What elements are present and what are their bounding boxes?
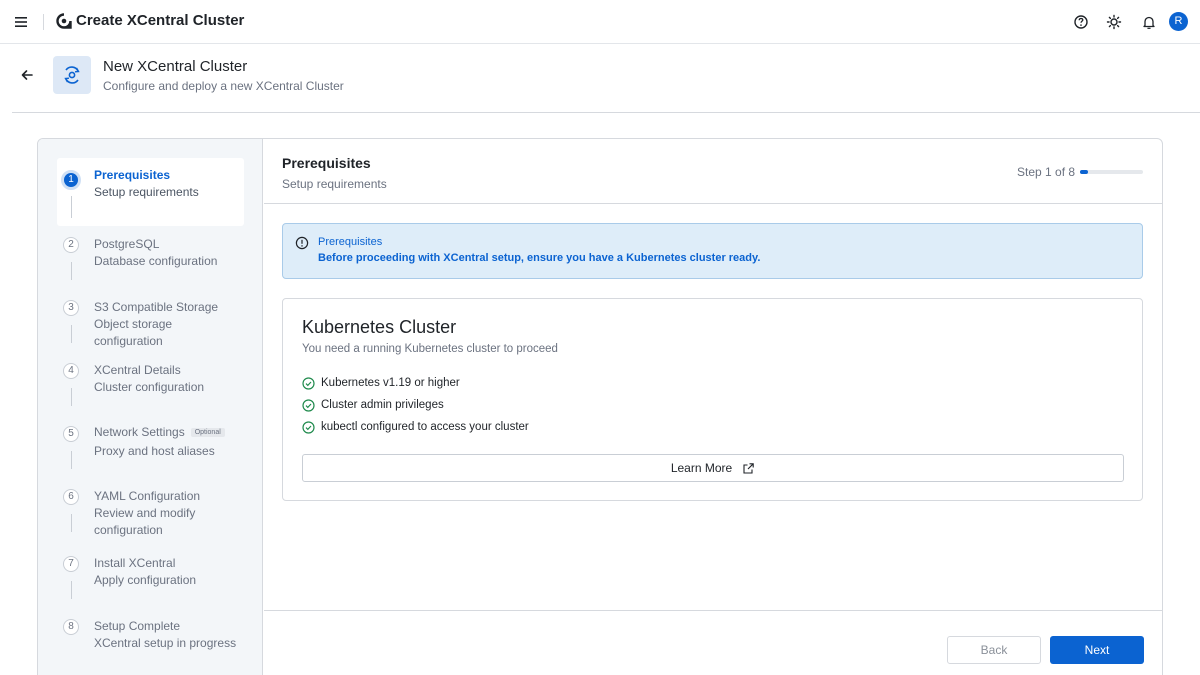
step-counter: Step 1 of 8 (1017, 165, 1076, 179)
content-subtitle: Setup requirements (282, 177, 387, 191)
step-s3-storage[interactable]: 3 S3 Compatible Storage Object storage c… (57, 297, 244, 353)
step-connector (71, 262, 72, 280)
step-title: Network Settings (94, 425, 185, 439)
step-number: 7 (63, 556, 79, 572)
step-postgresql[interactable]: 2 PostgreSQL Database configuration (57, 234, 244, 290)
app-title: Create XCentral Cluster (76, 12, 245, 29)
step-description: Database configuration (94, 254, 218, 268)
bell-icon[interactable] (1140, 13, 1158, 31)
page-title: New XCentral Cluster (103, 58, 248, 75)
help-icon[interactable] (1072, 13, 1090, 31)
step-yaml-configuration[interactable]: 6 YAML Configuration Review and modify c… (57, 486, 244, 556)
step-description: Apply configuration (94, 573, 197, 587)
cluster-icon (64, 66, 80, 84)
back-arrow-icon[interactable] (18, 66, 36, 84)
step-number: 8 (63, 619, 79, 635)
step-title: S3 Compatible Storage (94, 300, 219, 314)
step-network-settings[interactable]: 5 Network Settings Optional Proxy and hos… (57, 423, 244, 479)
learn-more-button[interactable]: Learn More (302, 454, 1124, 482)
content-divider (264, 203, 1162, 204)
step-title: Setup Complete (94, 619, 181, 633)
step-xcentral-details[interactable]: 4 XCentral Details Cluster configuration (57, 360, 244, 416)
requirement-text: kubectl configured to access your cluste… (321, 421, 529, 433)
step-description: Proxy and host aliases (94, 444, 215, 458)
top-bar: Create XCentral Cluster R (0, 0, 1200, 44)
requirement-item: Kubernetes v1.19 or higher (302, 375, 460, 391)
step-description: Setup requirements (94, 185, 199, 199)
avatar[interactable]: R (1169, 12, 1188, 31)
step-number: 1 (61, 170, 81, 190)
step-description: Review and modify configuration (94, 506, 196, 537)
check-circle-icon (302, 420, 315, 434)
footer-divider (264, 610, 1162, 611)
card-subtitle: You need a running Kubernetes cluster to… (302, 343, 558, 355)
check-circle-icon (302, 376, 315, 390)
requirement-text: Cluster admin privileges (321, 399, 444, 411)
step-connector (71, 581, 72, 599)
step-title-row: Network Settings Optional (94, 425, 225, 439)
step-title: Prerequisites (94, 168, 171, 182)
optional-badge: Optional (190, 428, 225, 438)
step-title: PostgreSQL (94, 237, 160, 251)
header-divider (12, 112, 1200, 113)
step-connector (71, 388, 72, 406)
step-number: 3 (63, 300, 79, 316)
content-title: Prerequisites (282, 155, 371, 171)
step-prerequisites[interactable]: 1 Prerequisites Setup requirements (57, 158, 244, 226)
steps-sidebar: 1 Prerequisites Setup requirements 2 Pos… (38, 139, 263, 675)
step-setup-complete[interactable]: 8 Setup Complete XCentral setup in progr… (57, 616, 244, 672)
card-title: Kubernetes Cluster (302, 317, 457, 337)
step-connector (71, 196, 72, 218)
requirement-item: kubectl configured to access your cluste… (302, 419, 529, 435)
step-number: 6 (63, 489, 79, 505)
check-circle-icon (302, 398, 315, 412)
requirement-item: Cluster admin privileges (302, 397, 444, 413)
step-connector (71, 514, 72, 532)
step-description: Cluster configuration (94, 380, 205, 394)
info-icon (295, 236, 309, 250)
step-description: Object storage configuration (94, 317, 173, 348)
back-button[interactable]: Back (947, 636, 1041, 664)
wizard-card: 1 Prerequisites Setup requirements 2 Pos… (37, 138, 1163, 675)
learn-more-label: Learn More (670, 461, 733, 475)
menu-icon[interactable] (12, 13, 30, 31)
requirement-text: Kubernetes v1.19 or higher (321, 377, 460, 389)
step-install-xcentral[interactable]: 7 Install XCentral Apply configuration (57, 553, 244, 609)
step-content: Prerequisites Setup requirements Step 1 … (264, 139, 1162, 675)
alert-title: Prerequisites (318, 236, 383, 248)
step-description: XCentral setup in progress (94, 636, 237, 650)
step-connector (71, 451, 72, 469)
step-number: 4 (63, 363, 79, 379)
step-number: 5 (63, 426, 79, 442)
step-title: YAML Configuration (94, 489, 201, 503)
page-subtitle: Configure and deploy a new XCentral Clus… (103, 79, 344, 93)
theme-icon[interactable] (1105, 13, 1123, 31)
step-title: XCentral Details (94, 363, 181, 377)
topbar-divider (43, 14, 44, 30)
step-title: Install XCentral (94, 556, 176, 570)
step-number: 2 (63, 237, 79, 253)
external-link-icon (743, 462, 754, 474)
alert-text: Before proceeding with XCentral setup, e… (318, 252, 761, 264)
next-button[interactable]: Next (1050, 636, 1144, 664)
progress-fill (1080, 170, 1088, 174)
progress-bar (1080, 170, 1143, 174)
step-connector (71, 325, 72, 343)
cluster-icon-box (53, 56, 91, 94)
kubernetes-card: Kubernetes Cluster You need a running Ku… (282, 298, 1143, 501)
app-logo-icon (56, 13, 72, 29)
info-alert: Prerequisites Before proceeding with XCe… (282, 223, 1143, 279)
